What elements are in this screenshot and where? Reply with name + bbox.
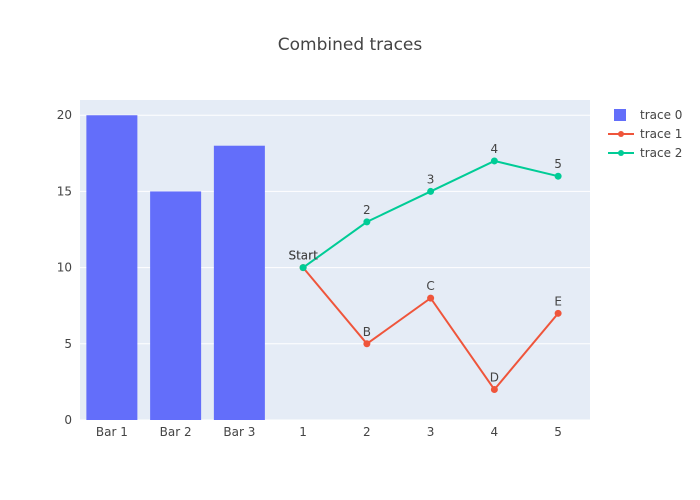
data-label: B: [363, 325, 371, 339]
x-tick-label: 4: [491, 425, 499, 439]
legend-marker: [618, 150, 624, 156]
bar[interactable]: [86, 115, 138, 420]
data-label: 2: [363, 203, 371, 217]
data-label: 3: [427, 172, 435, 186]
data-point[interactable]: [363, 218, 371, 226]
data-label: C: [426, 279, 434, 293]
y-tick-label: 10: [57, 261, 72, 275]
bar[interactable]: [150, 191, 202, 420]
x-tick-label: 2: [363, 425, 371, 439]
y-tick-label: 15: [57, 184, 72, 198]
data-point[interactable]: [554, 309, 562, 317]
data-label: 4: [491, 142, 499, 156]
x-tick-label: Bar 3: [223, 425, 255, 439]
x-tick-label: 3: [427, 425, 435, 439]
legend[interactable]: trace 0 trace 1 trace 2: [608, 108, 682, 160]
data-point[interactable]: [554, 172, 562, 180]
chart-title: Combined traces: [278, 35, 423, 55]
x-tick-label: Bar 1: [96, 425, 128, 439]
data-label: E: [554, 294, 562, 308]
combined-traces-chart: Combined traces 05101520 Bar 1 Bar 2 Bar 3…: [57, 35, 683, 439]
data-point[interactable]: [363, 340, 371, 348]
data-label: 5: [554, 157, 562, 171]
y-axis: 0 5 10 15 20: [57, 108, 72, 427]
legend-swatch: [614, 109, 626, 121]
y-tick-label: 5: [64, 337, 72, 351]
data-point[interactable]: [427, 294, 435, 302]
x-tick-label: Bar 2: [160, 425, 192, 439]
legend-item[interactable]: trace 2: [608, 146, 682, 160]
x-axis: Bar 1 Bar 2 Bar 3 1 2 3 4 5: [96, 425, 562, 439]
data-point[interactable]: [427, 187, 435, 195]
data-label: D: [490, 371, 499, 385]
legend-label: trace 1: [640, 127, 682, 141]
data-label: Start: [288, 249, 318, 263]
legend-marker: [618, 131, 624, 137]
legend-label: trace 0: [640, 108, 682, 122]
x-tick-label: 5: [554, 425, 562, 439]
x-tick-label: 1: [299, 425, 307, 439]
legend-label: trace 2: [640, 146, 682, 160]
legend-item[interactable]: trace 0: [614, 108, 682, 122]
bar[interactable]: [213, 145, 265, 420]
data-point[interactable]: [299, 264, 307, 272]
legend-item[interactable]: trace 1: [608, 127, 682, 141]
y-tick-label: 20: [57, 108, 72, 122]
data-point[interactable]: [490, 157, 498, 165]
data-point[interactable]: [490, 386, 498, 394]
y-tick-label: 0: [64, 413, 72, 427]
